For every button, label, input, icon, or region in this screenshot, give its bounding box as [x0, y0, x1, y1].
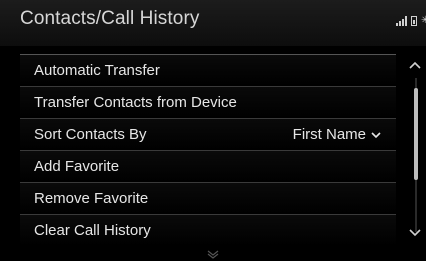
menu-item-label: Remove Favorite: [34, 190, 149, 207]
signal-icon: [396, 16, 407, 26]
menu-item-add-favorite[interactable]: Add Favorite: [20, 150, 396, 182]
menu-item-sort-contacts[interactable]: Sort Contacts By First Name: [20, 118, 396, 150]
settings-list: Automatic Transfer Transfer Contacts fro…: [20, 54, 396, 246]
chevron-down-icon: [371, 131, 381, 138]
chevron-up-icon[interactable]: [408, 60, 422, 70]
battery-icon: [411, 16, 417, 26]
sort-order-selector[interactable]: First Name: [293, 126, 382, 143]
status-indicators: ✳: [396, 12, 426, 26]
chevron-down-icon[interactable]: [408, 228, 422, 238]
menu-item-clear-call-history[interactable]: Clear Call History: [20, 214, 396, 246]
chevron-down-icon: [207, 250, 219, 259]
header-bar: Contacts/Call History ✳: [0, 0, 426, 46]
scrollbar[interactable]: [406, 54, 426, 246]
menu-item-label: Automatic Transfer: [34, 62, 160, 79]
menu-item-label: Transfer Contacts from Device: [34, 94, 237, 111]
menu-item-remove-favorite[interactable]: Remove Favorite: [20, 182, 396, 214]
menu-item-transfer-contacts[interactable]: Transfer Contacts from Device: [20, 86, 396, 118]
contacts-settings-screen: Contacts/Call History ✳ Automatic Transf…: [0, 0, 426, 261]
menu-item-label: Add Favorite: [34, 158, 120, 175]
sort-order-value: First Name: [292, 126, 366, 143]
menu-item-automatic-transfer[interactable]: Automatic Transfer: [20, 54, 396, 86]
page-title: Contacts/Call History: [20, 8, 200, 29]
scroll-thumb[interactable]: [414, 88, 418, 180]
menu-item-label: Clear Call History: [34, 222, 151, 239]
menu-item-label: Sort Contacts By: [34, 126, 147, 143]
bluetooth-icon: ✳: [421, 15, 426, 26]
